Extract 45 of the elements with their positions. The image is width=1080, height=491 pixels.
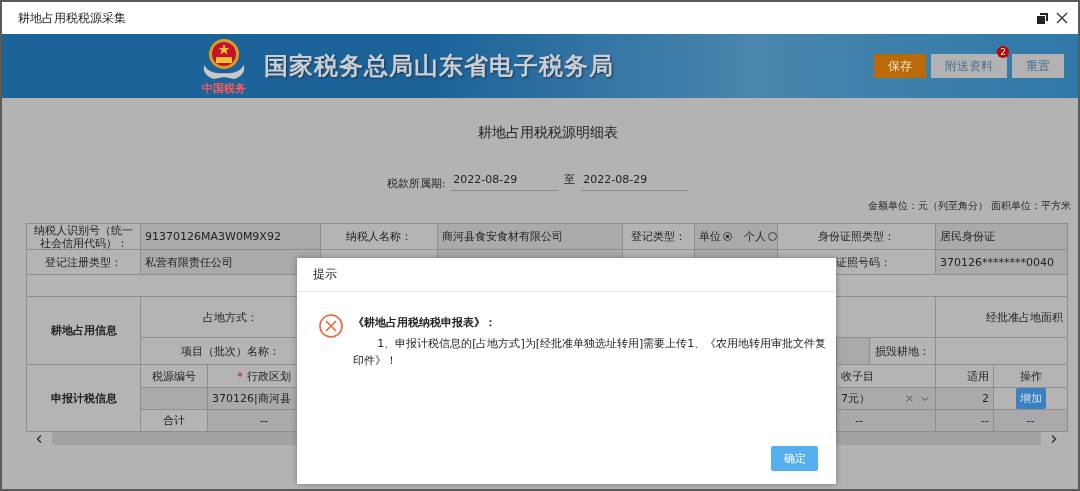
radio-button[interactable]: 个人 — [744, 230, 777, 243]
field-label: 登记类型： — [623, 224, 695, 250]
field-label: 税款所属期: — [386, 176, 446, 191]
section-label: 申报计税信息 — [27, 365, 141, 432]
table-cell: 居民身份证 — [936, 224, 1068, 250]
column-header: 适用 — [936, 365, 994, 388]
field-label: 登记注册类型： — [27, 250, 141, 275]
table-cell: -- — [936, 410, 994, 432]
window-title: 耕地占用税税源采集 — [18, 9, 126, 27]
table-cell: 91370126MA3W0M9X92 — [141, 224, 321, 250]
form-title: 耕地占用税税源明细表 — [477, 124, 618, 142]
field-label: 身份证照类型： — [778, 224, 936, 250]
separator-text: 至 — [564, 172, 576, 188]
table-cell: 合计 — [141, 410, 208, 432]
table-cell: -- — [994, 410, 1068, 432]
date-field[interactable]: 2022-08-29 — [581, 173, 689, 191]
table-cell: -- — [837, 410, 936, 432]
units-note: 金额单位：元（列至角分） 面积单位：平方米 — [867, 199, 1071, 213]
date-field[interactable]: 2022-08-29 — [451, 173, 559, 191]
table-cell: 370126********0040 — [936, 250, 1068, 275]
select-value: 370126|商河县 — [212, 392, 291, 405]
input-field[interactable] — [837, 338, 870, 365]
column-header: 税源编号 — [141, 365, 208, 388]
table-cell: 2 — [936, 388, 994, 410]
table-cell: 商河县食安食材有限公司 — [438, 224, 623, 250]
table-cell — [141, 388, 208, 410]
count-badge: 2 — [997, 46, 1009, 58]
column-header: 收子目 — [837, 365, 936, 388]
logo-caption: 中国税务 — [202, 83, 246, 95]
select-field[interactable]: 7元） — [837, 388, 936, 410]
field-label: 纳税人识别号（统一社会信用代码）： — [27, 224, 141, 250]
select-value: 7元） — [841, 392, 870, 405]
restore-icon[interactable] — [1037, 12, 1048, 24]
message-text: 1、申报计税信息的[占地方式]为[经批准单独选址转用]需要上传1、《农用地转用审批文件复印件》！ — [353, 336, 828, 369]
close-icon[interactable] — [1056, 12, 1068, 24]
field-label: 纳税人名称： — [321, 224, 438, 250]
section-label: 耕地占用信息 — [27, 297, 141, 365]
field-label: 经批准占地面积 — [936, 297, 1068, 338]
field-label: 损毁耕地： — [870, 338, 936, 365]
banner-title: 国家税务总局山东省电子税务局 — [264, 51, 614, 82]
clear-icon[interactable] — [904, 393, 915, 404]
column-header: 操作 — [994, 365, 1068, 388]
radio-button[interactable]: 单位 — [699, 230, 732, 243]
error-icon — [319, 314, 343, 338]
message-heading: 《耕地占用税纳税申报表》： — [353, 315, 497, 331]
